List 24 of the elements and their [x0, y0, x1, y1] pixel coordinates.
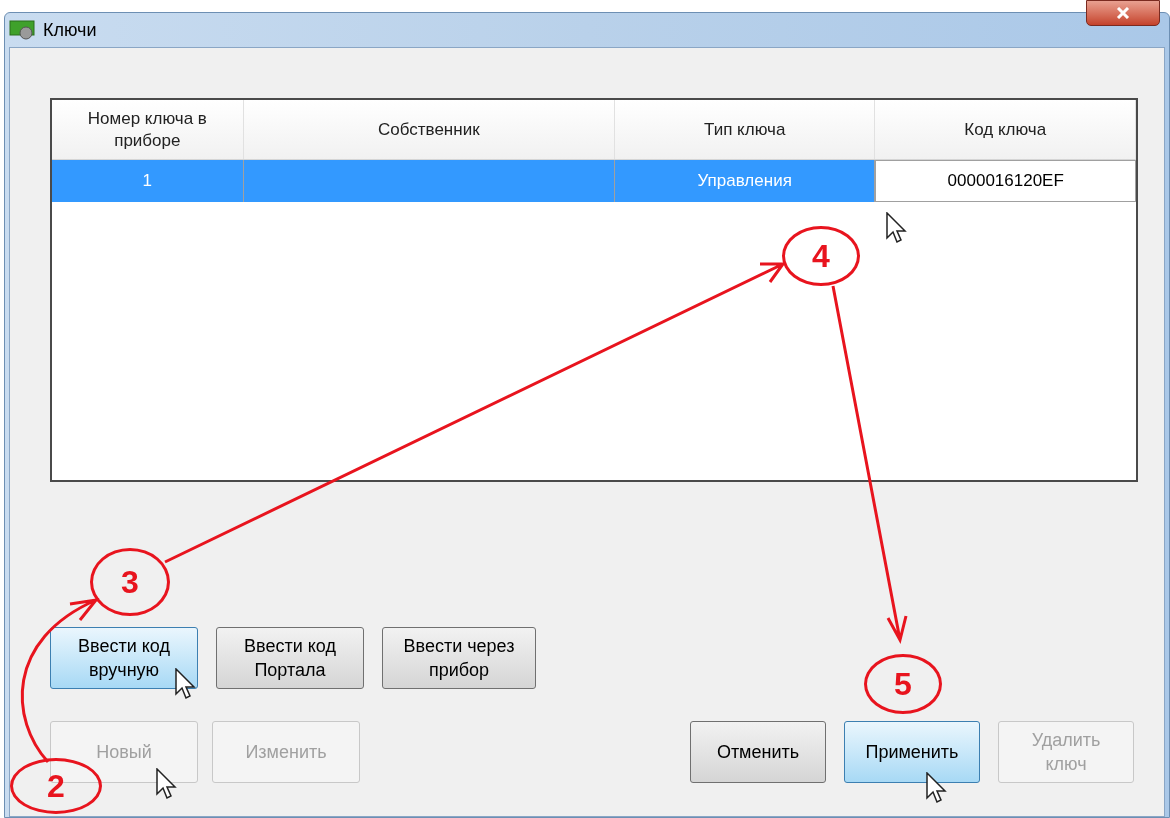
step-number-annotation: 2 — [10, 758, 102, 814]
close-button[interactable] — [1086, 0, 1160, 26]
dialog-button[interactable]: Ввести через прибор — [382, 627, 536, 689]
window-title: Ключи — [43, 18, 97, 42]
step-number-annotation: 4 — [782, 226, 860, 286]
dialog-button[interactable]: Ввести код Портала — [216, 627, 364, 689]
mouse-cursor-icon — [156, 768, 178, 800]
column-header[interactable]: Номер ключа в приборе — [52, 100, 244, 159]
mouse-cursor-icon — [886, 212, 908, 244]
column-header[interactable]: Собственник — [243, 100, 615, 159]
table-cell: Управления — [614, 160, 876, 202]
mouse-cursor-icon — [926, 772, 948, 804]
mouse-cursor-icon — [175, 668, 197, 700]
step-number-annotation: 5 — [864, 654, 942, 714]
dialog-button[interactable]: Применить — [844, 721, 980, 783]
table-cell: 0000016120EF — [875, 160, 1136, 202]
dialog-button[interactable]: Отменить — [690, 721, 826, 783]
column-header[interactable]: Код ключа — [875, 100, 1136, 159]
column-header[interactable]: Тип ключа — [614, 100, 876, 159]
step-number-annotation: 3 — [90, 548, 170, 616]
table-cell: 1 — [52, 160, 244, 202]
close-icon — [1116, 7, 1130, 19]
gear-icon — [9, 19, 37, 41]
dialog-button[interactable]: Ввести код вручную — [50, 627, 198, 689]
